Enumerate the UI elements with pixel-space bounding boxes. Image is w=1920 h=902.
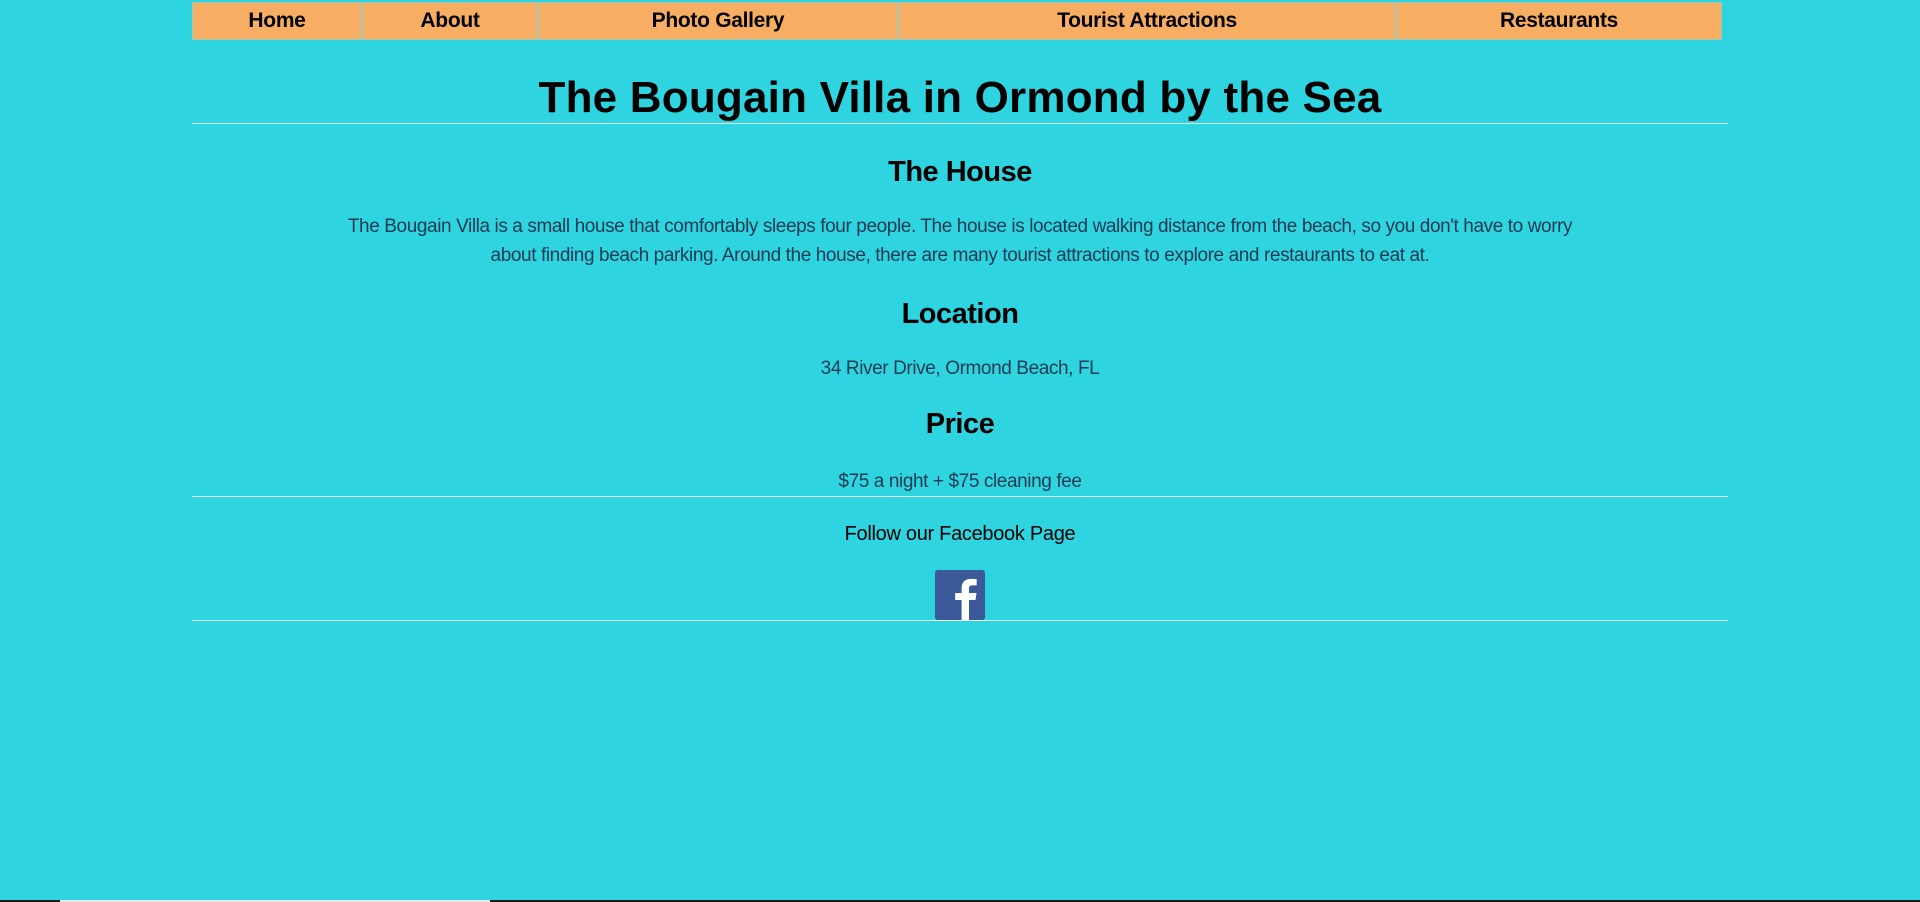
nav-tourist-attractions[interactable]: Tourist Attractions xyxy=(898,2,1396,40)
location-address: 34 River Drive, Ormond Beach, FL xyxy=(820,358,1100,379)
nav-restaurants[interactable]: Restaurants xyxy=(1396,2,1722,40)
nav-about[interactable]: About xyxy=(362,2,538,40)
page-container: Home About Photo Gallery Tourist Attract… xyxy=(192,0,1728,621)
facebook-icon[interactable] xyxy=(935,570,985,620)
social-links xyxy=(192,570,1728,620)
divider-middle xyxy=(192,496,1728,497)
main-nav: Home About Photo Gallery Tourist Attract… xyxy=(192,2,1728,40)
nav-home[interactable]: Home xyxy=(192,2,362,40)
price-heading: Price xyxy=(925,408,995,440)
location-heading: Location xyxy=(901,298,1019,330)
house-description: The Bougain Villa is a small house that … xyxy=(347,216,1573,266)
page-title: The Bougain Villa in Ormond by the Sea xyxy=(538,73,1382,122)
divider-top xyxy=(192,123,1728,124)
price-text: $75 a night + $75 cleaning fee xyxy=(838,471,1082,492)
follow-facebook-text: Follow our Facebook Page xyxy=(844,523,1076,545)
nav-photo-gallery[interactable]: Photo Gallery xyxy=(538,2,898,40)
divider-bottom xyxy=(192,620,1728,621)
house-heading: The House xyxy=(888,156,1032,188)
